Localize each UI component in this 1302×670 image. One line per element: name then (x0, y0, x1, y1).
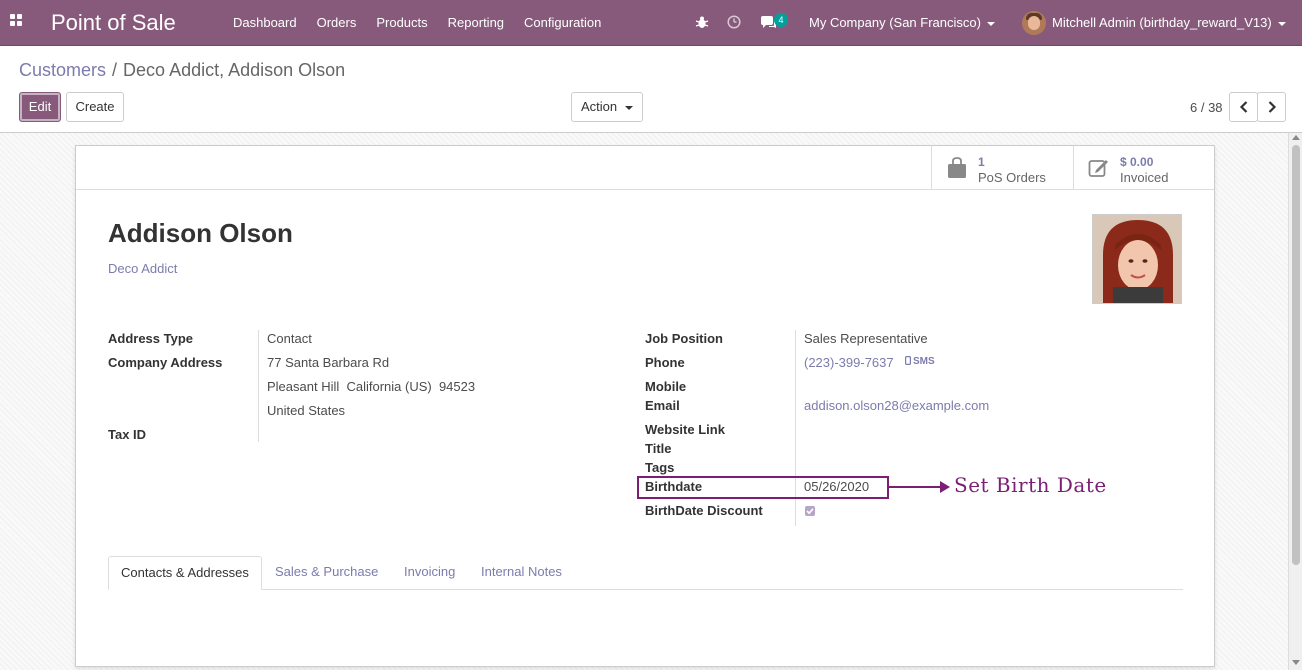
mobile-phone-icon (905, 356, 912, 366)
invoiced-amount: $ 0.00 (1120, 155, 1154, 169)
menu-dashboard[interactable]: Dashboard (223, 0, 307, 46)
mobile-label: Mobile (645, 379, 687, 394)
company-name: My Company (San Francisco) (809, 15, 981, 30)
annotation-text: Set Birth Date (954, 473, 1107, 497)
birthdate-discount-label: BirthDate Discount (645, 503, 763, 518)
action-dropdown[interactable]: Action (571, 92, 643, 122)
chevron-left-icon (1239, 101, 1247, 113)
partner-photo-image (1093, 215, 1181, 303)
phone-value[interactable]: (223)-399-7637 (804, 355, 894, 370)
pos-orders-button[interactable]: 1 PoS Orders (931, 146, 1073, 190)
notebook-tabs: Contacts & Addresses Sales & Purchase In… (108, 556, 1183, 590)
shopping-bag-icon (948, 157, 966, 178)
website-label: Website Link (645, 422, 725, 437)
company-address-label: Company Address (108, 355, 223, 370)
sms-button[interactable]: SMS (905, 356, 935, 367)
annotation-arrow-icon (940, 481, 950, 493)
breadcrumb-separator: / (112, 60, 118, 80)
pos-orders-count: 1 (978, 155, 985, 169)
email-value[interactable]: addison.olson28@example.com (804, 398, 989, 413)
menu-orders[interactable]: Orders (307, 0, 367, 46)
clock-icon[interactable] (727, 15, 741, 29)
form-sheet: 1 PoS Orders $ 0.00 Invoiced Addison Ols… (75, 145, 1215, 667)
user-menu[interactable]: Mitchell Admin (birthday_reward_V13) (1052, 15, 1286, 30)
breadcrumb: Customers / Deco Addict, Addison Olson (19, 60, 345, 81)
apps-grid-icon[interactable] (10, 14, 28, 32)
app-title[interactable]: Point of Sale (51, 10, 176, 36)
invoiced-button[interactable]: $ 0.00 Invoiced (1073, 146, 1214, 190)
user-name: Mitchell Admin (birthday_reward_V13) (1052, 15, 1272, 30)
user-avatar[interactable] (1022, 11, 1046, 35)
messages-count-badge: 4 (774, 13, 788, 27)
menu-reporting[interactable]: Reporting (438, 0, 514, 46)
partner-photo[interactable] (1092, 214, 1182, 304)
edit-button[interactable]: Edit (19, 92, 61, 122)
tax-id-label: Tax ID (108, 427, 147, 442)
tab-invoicing[interactable]: Invoicing (392, 556, 467, 589)
pager-next-button[interactable] (1257, 92, 1286, 122)
address-type-value: Contact (267, 331, 312, 346)
scroll-down-arrow-icon[interactable] (1292, 660, 1300, 665)
pos-orders-label: PoS Orders (978, 170, 1046, 185)
email-label: Email (645, 398, 680, 413)
invoiced-label: Invoiced (1120, 170, 1169, 185)
caret-down-icon (625, 105, 634, 110)
control-panel: Customers / Deco Addict, Addison Olson Edi… (0, 46, 1302, 133)
breadcrumb-customers[interactable]: Customers (19, 60, 106, 80)
chevron-right-icon (1268, 101, 1276, 113)
company-switcher[interactable]: My Company (San Francisco) (809, 15, 995, 30)
bug-icon[interactable] (695, 15, 709, 29)
parent-company-link[interactable]: Deco Addict (108, 261, 177, 276)
scrollbar-thumb[interactable] (1292, 145, 1300, 565)
tab-contacts-addresses[interactable]: Contacts & Addresses (108, 556, 262, 590)
annotation-arrow-line (889, 486, 944, 488)
create-button[interactable]: Create (66, 92, 124, 122)
pager-previous-button[interactable] (1229, 92, 1258, 122)
birthdate-highlight-box (637, 476, 889, 499)
title-label: Title (645, 441, 672, 456)
address-country: United States (267, 403, 346, 418)
phone-label: Phone (645, 355, 685, 370)
field-divider (258, 330, 259, 442)
vertical-scrollbar[interactable] (1288, 133, 1302, 670)
job-position-label: Job Position (645, 331, 723, 346)
tab-internal-notes[interactable]: Internal Notes (469, 556, 574, 589)
scroll-up-arrow-icon[interactable] (1292, 135, 1300, 140)
caret-down-icon (1277, 21, 1286, 26)
address-street: 77 Santa Barbara Rd (267, 355, 390, 370)
sms-label: SMS (913, 356, 935, 367)
check-icon (806, 508, 814, 515)
address-city-line: Pleasant Hill California (US) 94523 (267, 379, 476, 394)
action-label: Action (581, 99, 618, 114)
address-type-label: Address Type (108, 331, 194, 346)
tags-label: Tags (645, 460, 675, 475)
pager-value[interactable]: 6 / 38 (1190, 100, 1223, 115)
tab-sales-purchase[interactable]: Sales & Purchase (263, 556, 390, 589)
edit-invoice-icon (1088, 160, 1108, 177)
partner-name: Addison Olson (108, 218, 293, 248)
main-menu: Dashboard Orders Products Reporting Conf… (223, 0, 611, 46)
menu-configuration[interactable]: Configuration (514, 0, 611, 46)
caret-down-icon (986, 21, 995, 26)
menu-products[interactable]: Products (366, 0, 437, 46)
job-position-value: Sales Representative (804, 331, 928, 346)
smart-button-box: 1 PoS Orders $ 0.00 Invoiced (76, 146, 1214, 190)
breadcrumb-current: Deco Addict, Addison Olson (123, 60, 346, 80)
top-navbar: Point of Sale Dashboard Orders Products … (0, 0, 1302, 46)
birthdate-discount-checkbox[interactable] (805, 506, 815, 516)
